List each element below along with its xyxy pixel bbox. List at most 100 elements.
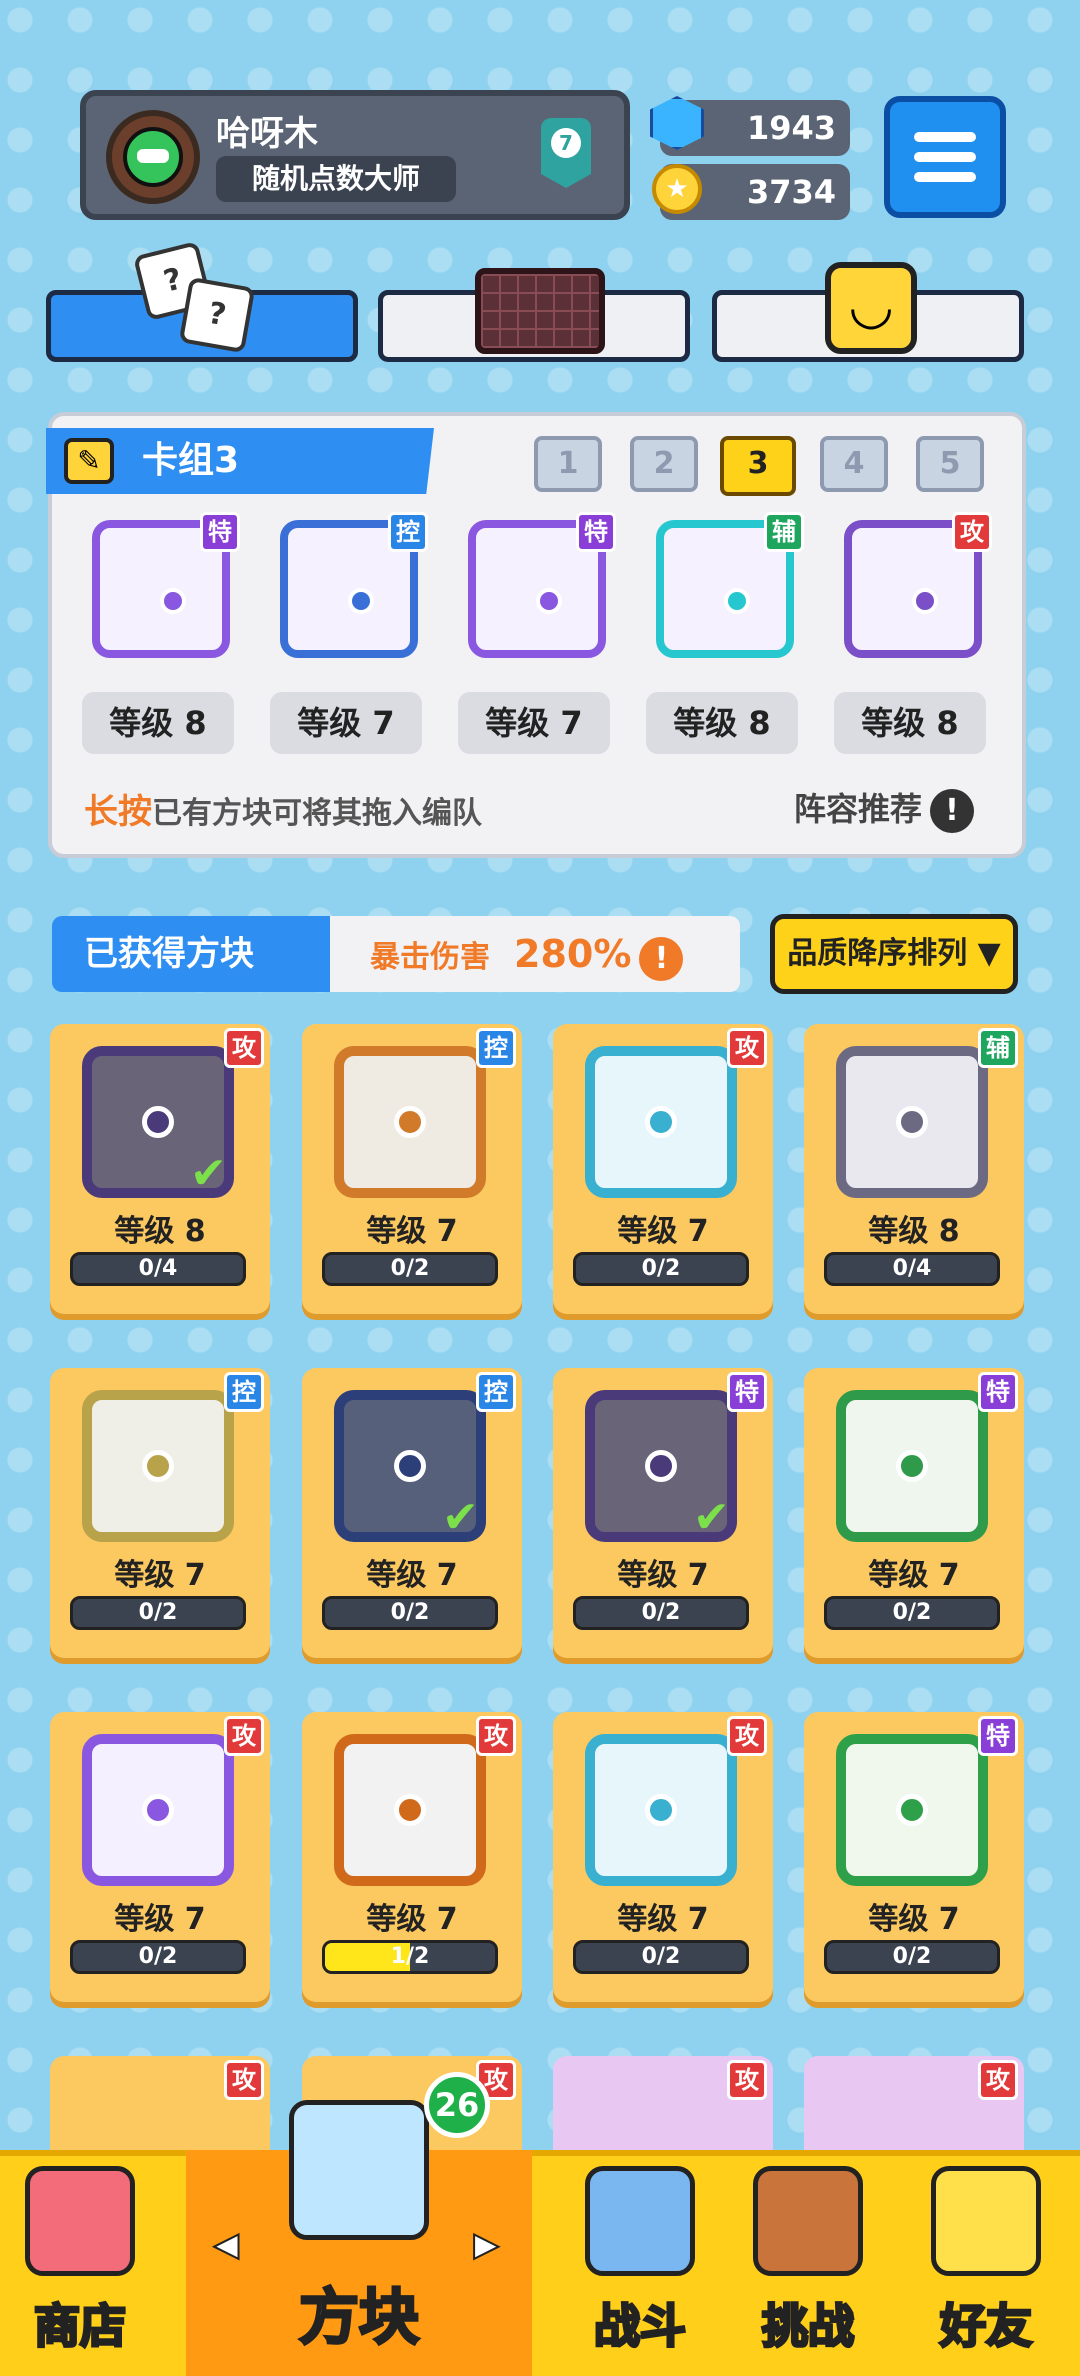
type-tag: 攻 — [727, 1716, 767, 1756]
pip-icon — [394, 1450, 426, 1482]
type-tag: 攻 — [224, 1028, 264, 1068]
pip-icon — [896, 1450, 928, 1482]
nav-challenge[interactable]: 挑战 — [724, 2150, 892, 2376]
deck-card[interactable]: 特 — [460, 512, 616, 662]
pip-icon — [142, 1450, 174, 1482]
obtained-title: 已获得方块 — [52, 916, 342, 992]
deck-tab-1[interactable]: 1 — [534, 436, 602, 492]
menu-line-icon — [914, 172, 976, 182]
crit-label: 暴击伤害 — [370, 940, 490, 975]
nav-shop[interactable]: 商店 — [0, 2150, 160, 2376]
progress-text: 0/2 — [138, 1600, 178, 1625]
menu-button[interactable] — [884, 96, 1006, 218]
pip-icon — [142, 1106, 174, 1138]
obtained-block-card[interactable]: 特等级 7 0/2 — [804, 1712, 1024, 2002]
obtained-block-card[interactable]: 控 ✔ 等级 7 0/2 — [302, 1368, 522, 1658]
type-tag: 攻 — [224, 1716, 264, 1756]
upgrade-progress-bar: 0/2 — [322, 1596, 498, 1630]
type-tag: 特 — [200, 512, 240, 552]
progress-text: 0/2 — [892, 1600, 932, 1625]
type-tag: 控 — [224, 1372, 264, 1412]
type-tag: 特 — [978, 1372, 1018, 1412]
block-level: 等级 7 — [366, 1558, 458, 1593]
dice-face-icon — [585, 1734, 737, 1886]
block-level: 等级 7 — [366, 1214, 458, 1249]
nav-battle[interactable]: 战斗 — [556, 2150, 724, 2376]
obtained-block-card[interactable]: 特 ✔ 等级 7 0/2 — [553, 1368, 773, 1658]
obtained-block-card[interactable]: 攻等级 7 0/2 — [553, 1712, 773, 2002]
dice-face-icon — [836, 1734, 988, 1886]
type-tag: 攻 — [978, 2060, 1018, 2100]
sort-dropdown[interactable]: 品质降序排列 ▼ — [770, 914, 1018, 994]
player-profile-panel[interactable]: 哈呀木 随机点数大师 7 — [80, 90, 630, 220]
nav-friends-label: 好友 — [939, 2298, 1034, 2355]
block-level: 等级 8 — [114, 1214, 206, 1249]
deck-tab-5[interactable]: 5 — [916, 436, 984, 492]
nav-right-arrow-icon[interactable]: ▶ — [473, 2224, 500, 2264]
deck-card[interactable]: 控 — [272, 512, 428, 662]
deck-card-level: 等级 7 — [270, 692, 422, 754]
deck-card-level: 等级 7 — [458, 692, 610, 754]
crit-damage-info[interactable]: 暴击伤害 280%! — [330, 916, 740, 992]
progress-text: 0/2 — [390, 1600, 430, 1625]
battle-shield-icon — [585, 2166, 695, 2276]
upgrade-progress-bar: 0/2 — [322, 1252, 498, 1286]
player-title: 随机点数大师 — [216, 156, 456, 202]
deck-tab-4[interactable]: 4 — [820, 436, 888, 492]
block-level: 等级 7 — [617, 1214, 709, 1249]
edit-pencil-icon[interactable]: ✎ — [64, 438, 114, 484]
rank-number: 7 — [551, 128, 581, 158]
obtained-block-card[interactable]: 特等级 7 0/2 — [804, 1368, 1024, 1658]
dice-face-icon — [334, 1046, 486, 1198]
deck-tab-3[interactable]: 3 — [720, 436, 796, 496]
obtained-block-card[interactable]: 攻 ✔ 等级 8 0/4 — [50, 1024, 270, 1314]
upgrade-progress-bar: 0/4 — [70, 1252, 246, 1286]
obtained-block-card[interactable]: 攻等级 7 1/2 — [302, 1712, 522, 2002]
deck-card[interactable]: 特 — [84, 512, 240, 662]
dice-face-icon — [836, 1046, 988, 1198]
deck-card[interactable]: 攻 — [836, 512, 992, 662]
obtained-block-card[interactable]: 辅等级 8 0/4 — [804, 1024, 1024, 1314]
progress-text: 1/2 — [390, 1944, 430, 1969]
block-level: 等级 7 — [868, 1558, 960, 1593]
type-tag: 控 — [388, 512, 428, 552]
progress-text: 0/2 — [641, 1600, 681, 1625]
nav-blocks[interactable]: 方块 — [186, 2100, 532, 2376]
block-level: 等级 7 — [868, 1902, 960, 1937]
nav-left-arrow-icon[interactable]: ◀ — [213, 2224, 240, 2264]
type-tag: 攻 — [952, 512, 992, 552]
nav-friends[interactable]: 好友 — [892, 2150, 1080, 2376]
block-level: 等级 7 — [617, 1902, 709, 1937]
in-deck-check-icon: ✔ — [442, 1492, 479, 1543]
obtained-block-card[interactable]: 控等级 7 0/2 — [50, 1368, 270, 1658]
info-icon: ! — [930, 789, 975, 833]
crit-info-icon: ! — [639, 936, 684, 981]
upgrade-progress-bar: 0/2 — [70, 1596, 246, 1630]
challenge-sign-icon — [753, 2166, 863, 2276]
pip-icon — [645, 1106, 677, 1138]
obtained-block-card[interactable]: 控等级 7 0/2 — [302, 1024, 522, 1314]
player-avatar[interactable] — [106, 110, 200, 204]
nav-shop-label: 商店 — [33, 2298, 128, 2355]
pip-icon — [394, 1106, 426, 1138]
smile-face-icon: ◡ — [825, 262, 917, 354]
rank-ribbon-icon: 7 — [541, 118, 591, 188]
type-tag: 辅 — [978, 1028, 1018, 1068]
pip-icon — [912, 588, 938, 614]
lineup-recommend-button[interactable]: 阵容推荐! — [794, 784, 975, 833]
in-deck-check-icon: ✔ — [190, 1148, 227, 1199]
coin-star-icon: ★ — [652, 164, 702, 214]
block-level: 等级 8 — [868, 1214, 960, 1249]
deck-tab-2[interactable]: 2 — [630, 436, 698, 492]
obtained-block-card[interactable]: 攻等级 7 0/2 — [553, 1024, 773, 1314]
type-tag: 控 — [476, 1372, 516, 1412]
obtained-block-card[interactable]: 攻等级 7 0/2 — [50, 1712, 270, 2002]
dice-face-icon — [82, 1390, 234, 1542]
crit-value: 280% — [514, 932, 632, 976]
upgrade-progress-bar: 0/2 — [573, 1252, 749, 1286]
upgrade-progress-bar: 0/2 — [824, 1940, 1000, 1974]
deck-card[interactable]: 辅 — [648, 512, 804, 662]
dice-icon: ? ? — [132, 240, 260, 358]
block-level: 等级 7 — [114, 1558, 206, 1593]
nav-challenge-label: 挑战 — [761, 2298, 856, 2355]
